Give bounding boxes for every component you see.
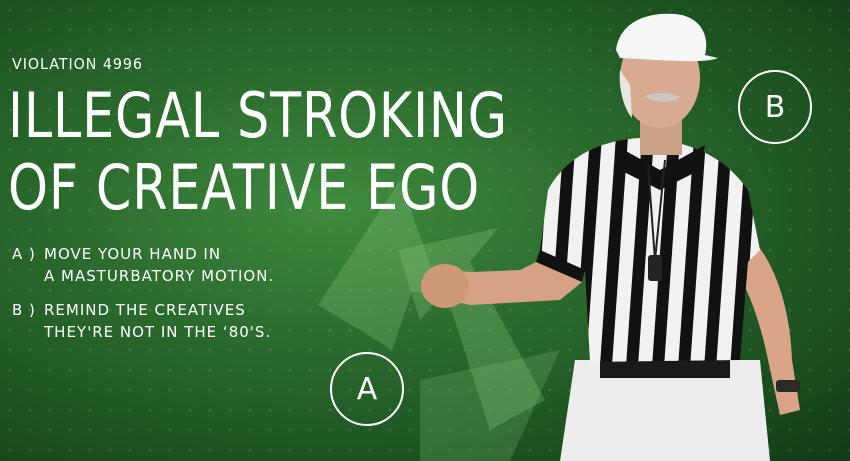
- marker-b-label: B: [764, 89, 786, 125]
- referee-illustration: [421, 13, 800, 461]
- marker-b: B: [738, 70, 812, 144]
- fist: [421, 264, 469, 308]
- white-cap: [616, 13, 718, 62]
- whistle: [648, 255, 662, 281]
- poster: VIOLATION 4996 ILLEGAL STROKING OF CREAT…: [0, 0, 850, 461]
- marker-a: A: [330, 352, 404, 426]
- marker-a-label: A: [356, 371, 378, 407]
- wristwatch: [776, 380, 800, 392]
